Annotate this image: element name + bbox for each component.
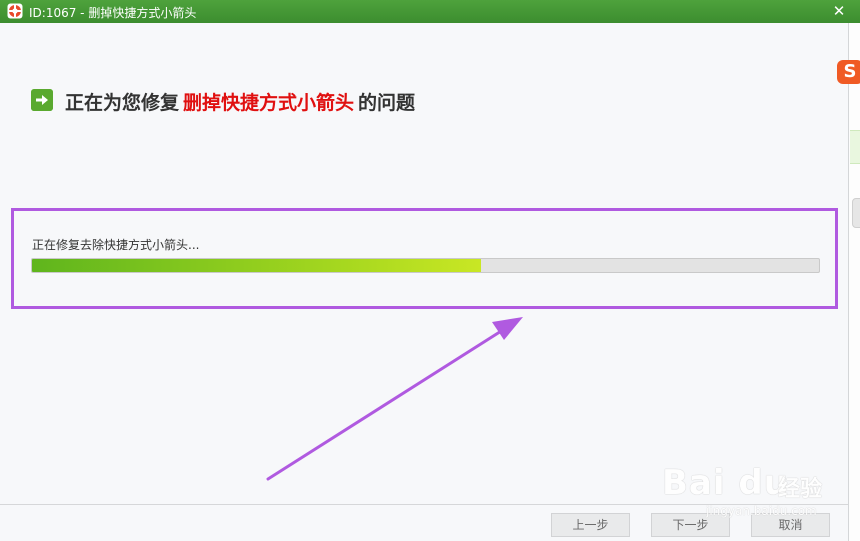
watermark-url: jingyan.baidu.com (706, 504, 817, 518)
annotation-arrow (266, 317, 523, 481)
watermark-suffix: 经验 (778, 477, 823, 502)
watermark-brand: Bai du (662, 463, 789, 503)
baidu-watermark: Bai du 经验 jingyan.baidu.com (662, 463, 842, 523)
prev-step-button[interactable]: 上一步 (551, 513, 630, 537)
